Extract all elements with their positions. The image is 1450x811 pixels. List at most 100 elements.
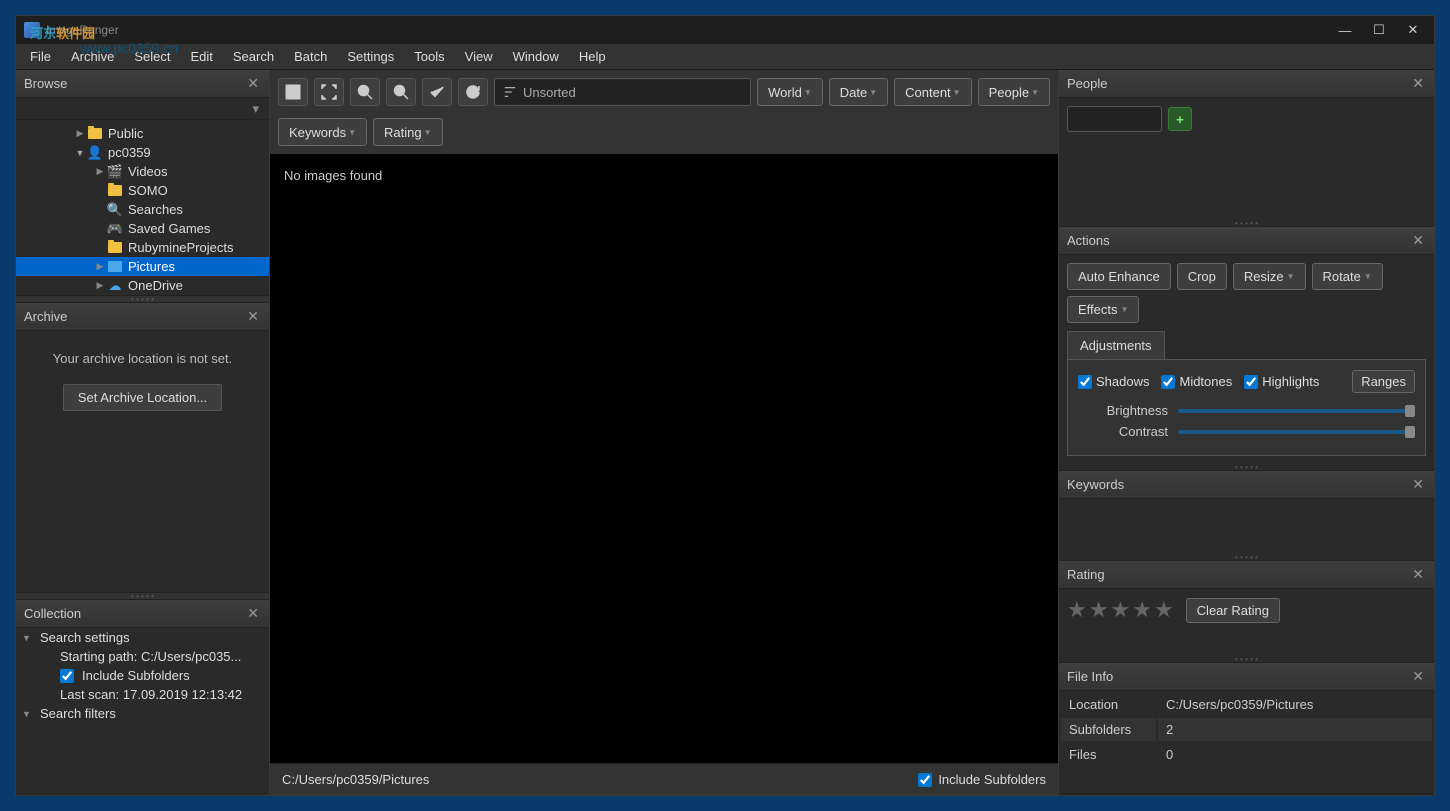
menu-batch[interactable]: Batch (284, 46, 337, 67)
fileinfo-close-icon[interactable]: ✕ (1410, 668, 1426, 685)
menu-archive[interactable]: Archive (61, 46, 124, 67)
filter-date[interactable]: Date▼ (829, 78, 888, 106)
ranges-button[interactable]: Ranges (1352, 370, 1415, 393)
maximize-button[interactable]: ☐ (1362, 18, 1396, 42)
star-1[interactable]: ★ (1067, 597, 1087, 623)
actions-close-icon[interactable]: ✕ (1410, 232, 1426, 249)
refresh-button[interactable] (458, 78, 488, 106)
tree-item-pictures[interactable]: ▶Pictures (16, 257, 269, 276)
splitter[interactable]: • • • • • (16, 592, 269, 600)
splitter[interactable]: • • • • • (16, 295, 269, 303)
keywords-panel-header: Keywords ✕ (1059, 471, 1434, 499)
splitter[interactable]: • • • • • (1059, 554, 1434, 560)
people-title: People (1067, 76, 1107, 91)
people-input[interactable] (1067, 106, 1162, 132)
star-3[interactable]: ★ (1110, 597, 1130, 623)
menu-window[interactable]: Window (503, 46, 569, 67)
status-bar: C:/Users/pc0359/Pictures Include Subfold… (270, 763, 1058, 795)
zoom-in-button[interactable] (350, 78, 380, 106)
minimize-button[interactable]: — (1328, 18, 1362, 42)
zoom-out-button[interactable] (386, 78, 416, 106)
browse-panel-header: Browse ✕ (16, 70, 269, 98)
archive-close-icon[interactable]: ✕ (245, 308, 261, 325)
menu-file[interactable]: File (20, 46, 61, 67)
filter-content[interactable]: Content▼ (894, 78, 971, 106)
rating-close-icon[interactable]: ✕ (1410, 566, 1426, 583)
collection-row[interactable]: ▼Search settings (16, 628, 269, 647)
tree-item-saved-games[interactable]: 🎮Saved Games (16, 219, 269, 238)
menu-tools[interactable]: Tools (404, 46, 454, 67)
slider-contrast[interactable] (1178, 430, 1415, 434)
star-5[interactable]: ★ (1154, 597, 1174, 623)
sort-selector[interactable]: Unsorted (494, 78, 751, 106)
tree-item-onedrive[interactable]: ▶☁OneDrive (16, 276, 269, 295)
keywords-close-icon[interactable]: ✕ (1410, 476, 1426, 493)
tree-item-rubymineprojects[interactable]: RubymineProjects (16, 238, 269, 257)
filter-rating[interactable]: Rating▼ (373, 118, 443, 146)
star-2[interactable]: ★ (1089, 597, 1109, 623)
menu-view[interactable]: View (455, 46, 503, 67)
collection-row[interactable]: Last scan: 17.09.2019 12:13:42 (16, 685, 269, 704)
collection-row[interactable]: ▼Search filters (16, 704, 269, 723)
archive-title: Archive (24, 309, 67, 324)
set-archive-button[interactable]: Set Archive Location... (63, 384, 222, 411)
collection-row[interactable]: Starting path: C:/Users/pc035... (16, 647, 269, 666)
archive-panel-header: Archive ✕ (16, 303, 269, 331)
tree-item-videos[interactable]: ▶🎬Videos (16, 162, 269, 181)
filter-people[interactable]: People▼ (978, 78, 1050, 106)
menu-search[interactable]: Search (223, 46, 284, 67)
collection-title: Collection (24, 606, 81, 621)
slider-label-contrast: Contrast (1078, 424, 1168, 439)
clear-rating-button[interactable]: Clear Rating (1186, 598, 1280, 623)
menu-select[interactable]: Select (124, 46, 180, 67)
action-auto-enhance[interactable]: Auto Enhance (1067, 263, 1171, 290)
tree-item-pc0359[interactable]: ▼👤pc0359 (16, 143, 269, 162)
include-subfolders-checkbox[interactable] (918, 773, 932, 787)
splitter[interactable]: • • • • • (1059, 220, 1434, 226)
check-highlights[interactable]: Highlights (1244, 374, 1319, 389)
tree-item-searches[interactable]: 🔍Searches (16, 200, 269, 219)
action-effects[interactable]: Effects▼ (1067, 296, 1139, 323)
keywords-title: Keywords (1067, 477, 1124, 492)
action-crop[interactable]: Crop (1177, 263, 1227, 290)
browse-dropdown[interactable]: ▾ (16, 98, 269, 120)
people-close-icon[interactable]: ✕ (1410, 75, 1426, 92)
fileinfo-title: File Info (1067, 669, 1113, 684)
include-subfolders-toggle[interactable]: Include Subfolders (918, 772, 1046, 787)
info-row: Subfolders2 (1061, 718, 1432, 741)
check-shadows[interactable]: Shadows (1078, 374, 1149, 389)
check-button[interactable] (422, 78, 452, 106)
filter-keywords[interactable]: Keywords▼ (278, 118, 367, 146)
collection-row[interactable]: Include Subfolders (16, 666, 269, 685)
star-4[interactable]: ★ (1132, 597, 1152, 623)
slider-brightness[interactable] (1178, 409, 1415, 413)
collection-close-icon[interactable]: ✕ (245, 605, 261, 622)
tree-item-somo[interactable]: SOMO (16, 181, 269, 200)
menu-help[interactable]: Help (569, 46, 616, 67)
folder-tree: ▶Public▼👤pc0359▶🎬VideosSOMO🔍Searches🎮Sav… (16, 120, 269, 295)
browse-title: Browse (24, 76, 67, 91)
close-button[interactable]: ✕ (1396, 18, 1430, 42)
app-icon (24, 22, 40, 38)
title-bar[interactable]: ImageRanger — ☐ ✕ (16, 16, 1434, 44)
action-rotate[interactable]: Rotate▼ (1312, 263, 1383, 290)
image-grid: No images found (270, 154, 1058, 763)
file-info-table: LocationC:/Users/pc0359/PicturesSubfolde… (1059, 691, 1434, 768)
menu-settings[interactable]: Settings (337, 46, 404, 67)
menu-edit[interactable]: Edit (180, 46, 222, 67)
action-resize[interactable]: Resize▼ (1233, 263, 1306, 290)
adjustments-tab[interactable]: Adjustments (1067, 331, 1165, 359)
browse-close-icon[interactable]: ✕ (245, 75, 261, 92)
toolbar: Unsorted World▼Date▼Content▼People▼ Keyw… (270, 70, 1058, 154)
add-person-button[interactable]: + (1168, 107, 1192, 131)
collection-panel-header: Collection ✕ (16, 600, 269, 628)
splitter[interactable]: • • • • • (1059, 656, 1434, 662)
fullscreen-button[interactable] (314, 78, 344, 106)
grid-view-button[interactable] (278, 78, 308, 106)
info-row: LocationC:/Users/pc0359/Pictures (1061, 693, 1432, 716)
splitter[interactable]: • • • • • (1059, 464, 1434, 470)
check-midtones[interactable]: Midtones (1161, 374, 1232, 389)
filter-world[interactable]: World▼ (757, 78, 823, 106)
tree-item-public[interactable]: ▶Public (16, 124, 269, 143)
info-row: Files0 (1061, 743, 1432, 766)
